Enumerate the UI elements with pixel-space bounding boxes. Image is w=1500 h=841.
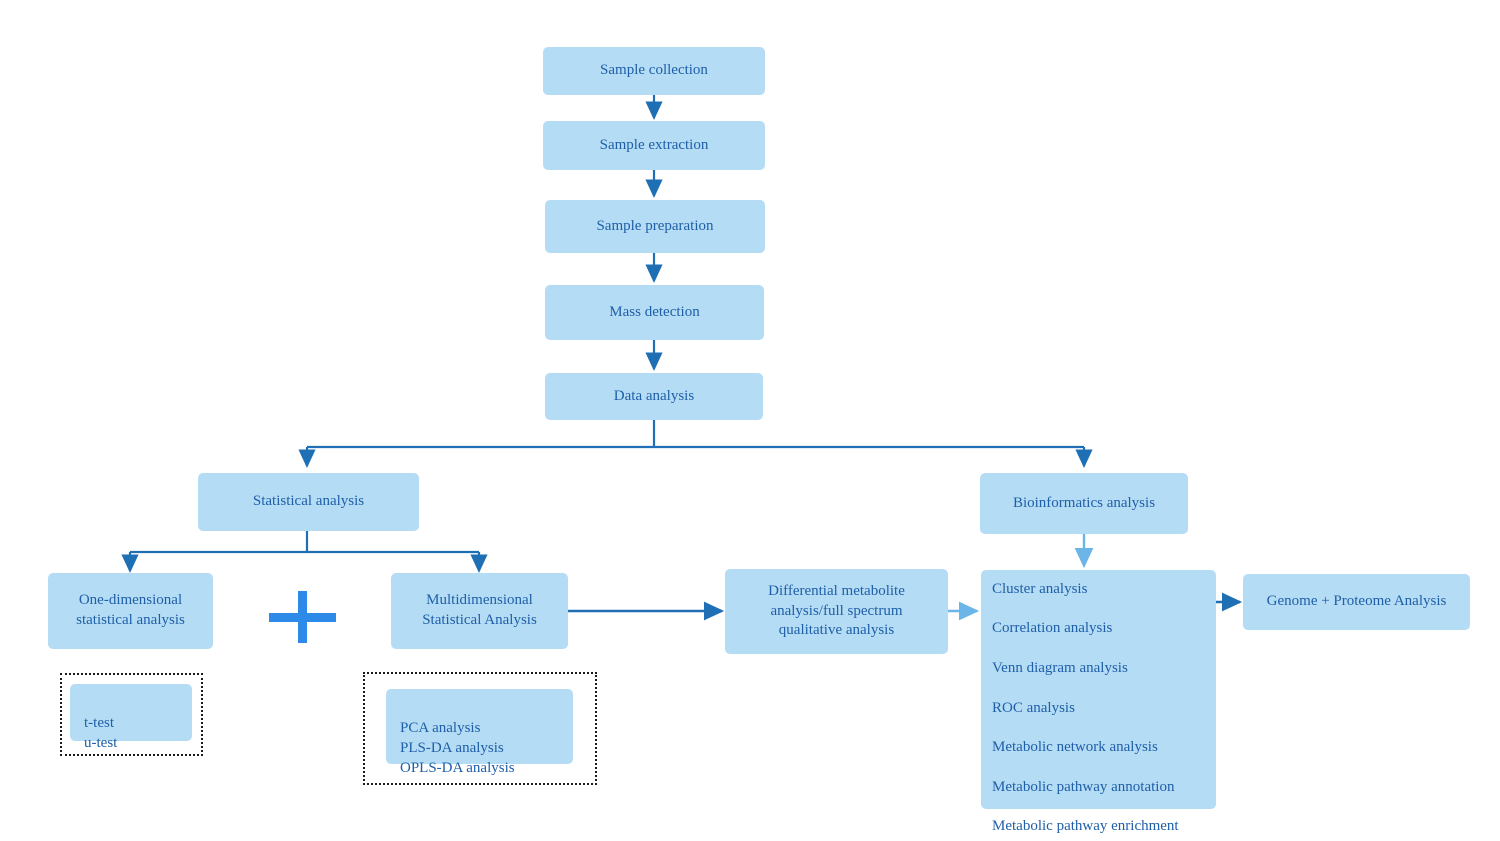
node-mass-detection[interactable]: Mass detection: [545, 285, 764, 340]
node-label: Data analysis: [613, 387, 695, 404]
node-label: Multidimensional Statistical Analysis: [422, 592, 537, 628]
plus-vertical-bar: [298, 591, 307, 643]
node-one-dimensional-statistical-analysis[interactable]: One-dimensional statistical analysis: [48, 573, 213, 649]
node-label: One-dimensional statistical analysis: [76, 592, 185, 628]
list-item: Venn diagram analysis: [992, 660, 1128, 677]
list-item: Metabolic pathway enrichment: [992, 818, 1179, 835]
methods-text: PCA analysis PLS-DA analysis OPLS-DA ana…: [400, 720, 515, 777]
multidimensional-methods-box[interactable]: PCA analysis PLS-DA analysis OPLS-DA ana…: [386, 689, 573, 776]
node-label: Sample extraction: [599, 136, 709, 153]
node-label: Sample preparation: [596, 217, 714, 234]
node-label: Bioinformatics analysis: [1012, 494, 1156, 511]
node-bioinformatics-analysis[interactable]: Bioinformatics analysis: [980, 473, 1188, 534]
node-differential-metabolite-analysis[interactable]: Differential metabolite analysis/full sp…: [725, 569, 948, 654]
node-bioinformatics-methods[interactable]: Cluster analysis Correlation analysis Ve…: [981, 570, 1216, 834]
one-dimensional-methods-box[interactable]: t-test u-test: [70, 684, 192, 751]
node-sample-preparation[interactable]: Sample preparation: [545, 200, 765, 253]
flowchart-canvas: Sample collection Sample extraction Samp…: [0, 0, 1500, 841]
node-label: Genome + Proteome Analysis: [1266, 593, 1447, 610]
methods-text: t-test u-test: [84, 715, 118, 752]
split-data-analysis: [298, 420, 1093, 468]
node-label: Differential metabolite analysis/full sp…: [768, 582, 905, 639]
node-sample-extraction[interactable]: Sample extraction: [543, 121, 765, 170]
list-item: Correlation analysis: [992, 620, 1113, 637]
node-statistical-analysis[interactable]: Statistical analysis: [198, 473, 419, 531]
bioinformatics-method-list: Cluster analysis Correlation analysis Ve…: [981, 560, 1216, 841]
node-label: Sample collection: [600, 62, 708, 79]
node-data-analysis[interactable]: Data analysis: [545, 373, 763, 420]
list-item: Metabolic network analysis: [992, 739, 1158, 756]
plus-operator-icon: [269, 591, 336, 643]
node-label: Mass detection: [609, 303, 700, 320]
node-label: Statistical analysis: [252, 493, 365, 510]
node-genome-proteome-analysis[interactable]: Genome + Proteome Analysis: [1243, 574, 1470, 630]
list-item: Cluster analysis: [992, 580, 1088, 597]
split-statistical-analysis: [121, 531, 488, 573]
node-multidimensional-statistical-analysis[interactable]: Multidimensional Statistical Analysis: [391, 573, 568, 649]
list-item: Metabolic pathway annotation: [992, 778, 1175, 795]
list-item: ROC analysis: [992, 699, 1075, 716]
node-sample-collection[interactable]: Sample collection: [543, 47, 765, 95]
